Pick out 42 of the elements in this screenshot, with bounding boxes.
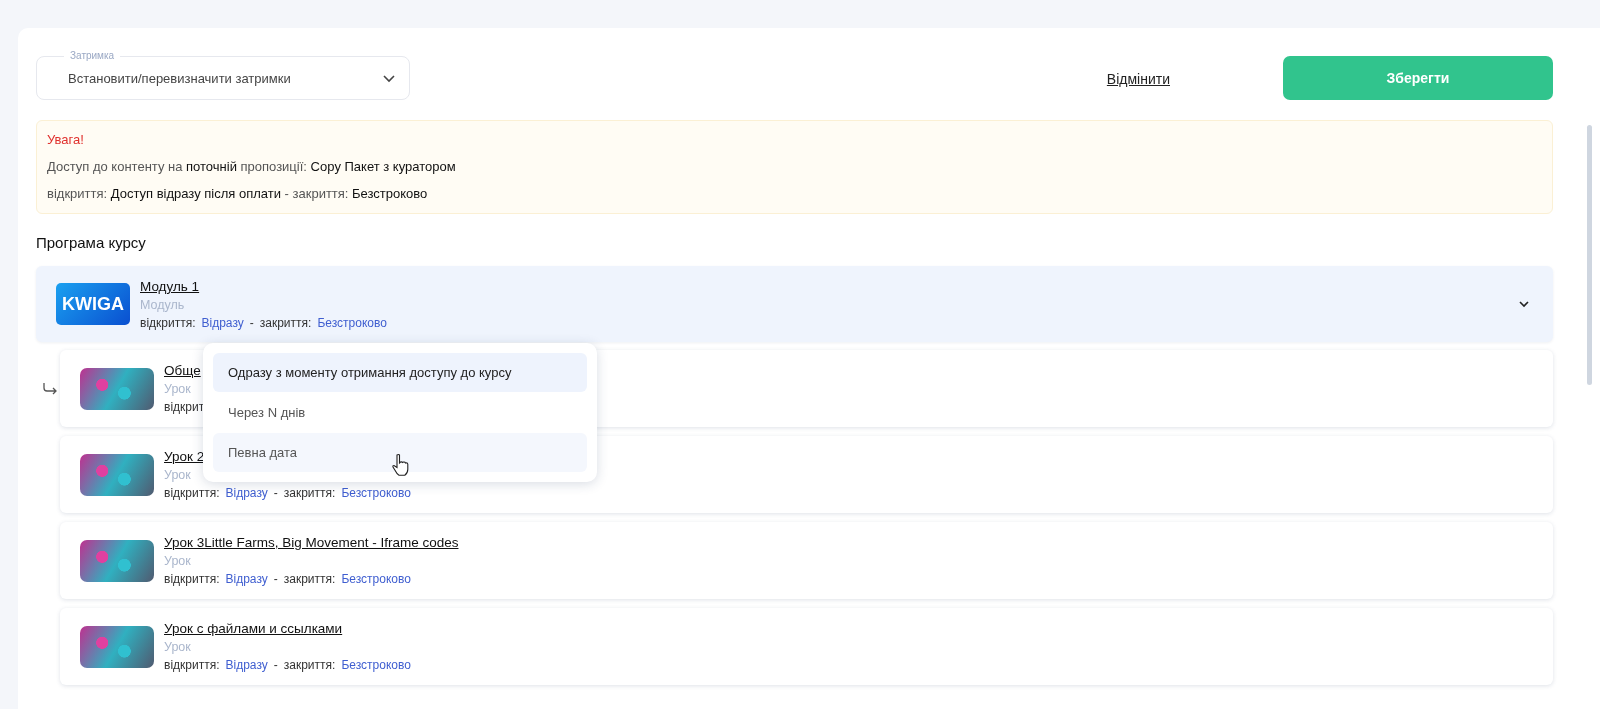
open-label: відкриття:: [140, 315, 196, 330]
logo: KWIGA: [56, 283, 130, 325]
item-type: Урок: [164, 382, 191, 396]
close-label: закриття:: [283, 658, 336, 672]
item-type: Модуль: [140, 297, 185, 312]
open-label: відкриття:: [164, 658, 220, 672]
field-label: Затримка: [64, 50, 121, 61]
open-value-link[interactable]: Відразу: [225, 486, 268, 500]
item-type: Урок: [164, 640, 191, 654]
section-title: Програма курсу: [36, 234, 146, 251]
close-value-link[interactable]: Безстроково: [317, 315, 387, 330]
notice-text: Доступ до контенту на поточній пропозиції: Copy Пакет з куратором: [47, 158, 457, 176]
open-value-link[interactable]: Відразу: [225, 658, 268, 672]
separator: -: [249, 315, 254, 330]
separator: -: [273, 572, 278, 586]
scrollbar[interactable]: [1587, 125, 1592, 385]
item-title-link[interactable]: Урок 3Little Farms, Big Movement - Iframe codes: [164, 535, 459, 550]
item-title-link[interactable]: Обще: [164, 363, 201, 378]
close-value-link[interactable]: Безстроково: [341, 572, 411, 586]
close-label: закриття:: [283, 572, 336, 586]
item-type: Урок: [164, 468, 191, 482]
cancel-link[interactable]: Відмінити: [1106, 71, 1170, 87]
open-label: відкриття:: [164, 572, 220, 586]
close-label: закриття:: [283, 486, 336, 500]
delay-select[interactable]: Затримка Встановити/перевизначити затримки: [36, 48, 410, 100]
select-value: Встановити/перевизначити затримки: [68, 70, 291, 86]
close-label: закриття:: [259, 315, 312, 330]
item-title-link[interactable]: Урок с файлами и ссылками: [164, 621, 343, 636]
warning-title: Увага!: [47, 131, 84, 149]
item-title-link[interactable]: Модуль 1: [140, 278, 200, 294]
open-label: відкриття:: [164, 486, 220, 500]
open-label: відкрит: [164, 400, 205, 414]
item-type: Урок: [164, 554, 191, 568]
open-value-link[interactable]: Відразу: [225, 572, 268, 586]
separator: -: [273, 486, 278, 500]
close-value-link[interactable]: Безстроково: [341, 658, 411, 672]
separator: -: [273, 658, 278, 672]
pointer-hand-icon: [391, 453, 409, 477]
close-value-link[interactable]: Безстроково: [341, 486, 411, 500]
open-value-link[interactable]: Відразу: [201, 315, 244, 330]
menu-option[interactable]: Одразу з моменту отримання доступу до курсу: [213, 353, 587, 392]
notice-text: відкриття: Доступ відразу після оплати - закриття: Безстроково: [47, 185, 429, 203]
